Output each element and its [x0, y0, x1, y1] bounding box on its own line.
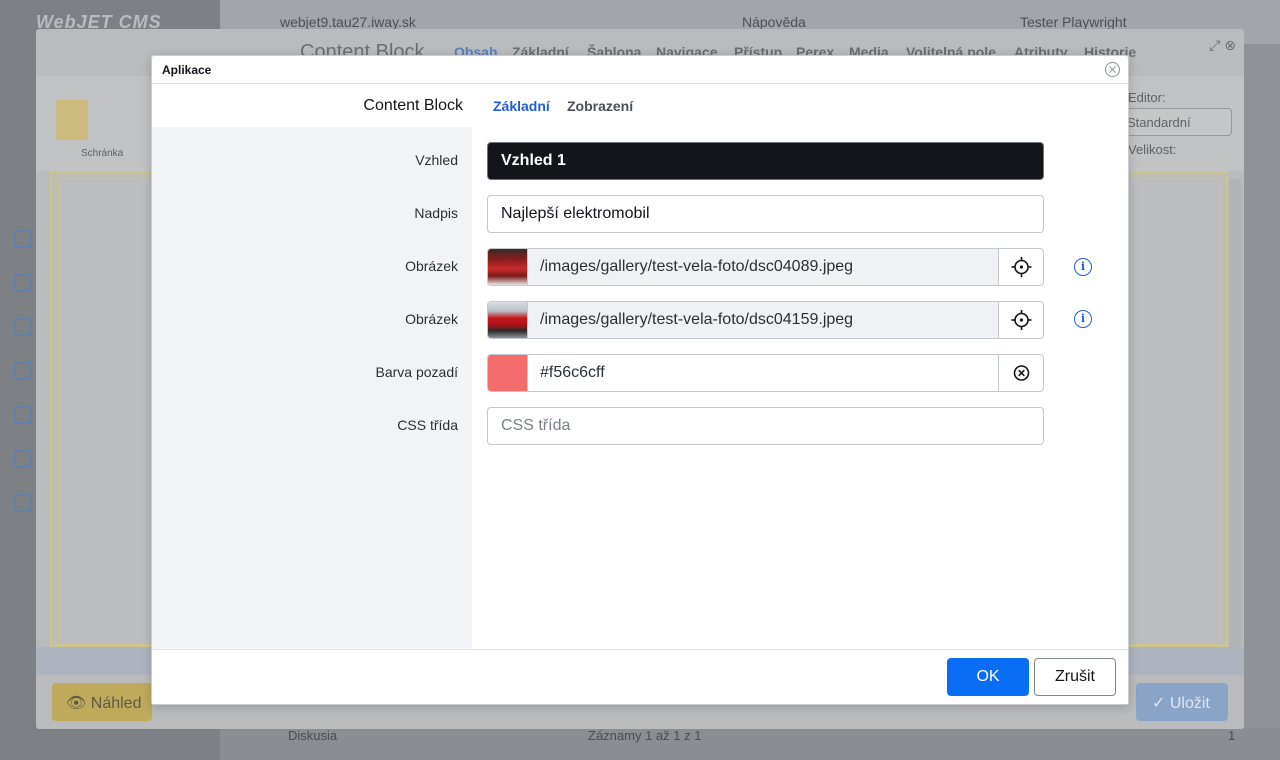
- app-settings-dialog: Aplikace Content Block Základní Zobrazen…: [151, 55, 1129, 705]
- dialog-header: Aplikace: [152, 56, 1128, 84]
- clear-color-button[interactable]: [998, 355, 1043, 391]
- pagination-current: 1: [1228, 728, 1236, 743]
- copy-icon: [14, 274, 32, 292]
- color-value[interactable]: #f56c6cff: [528, 355, 999, 391]
- clipboard-label: Schránka: [81, 148, 124, 159]
- size-label: Velikost:: [1128, 142, 1177, 157]
- info-icon[interactable]: i: [1074, 310, 1092, 328]
- bg-color-label: Barva pozadí: [375, 364, 459, 380]
- database-icon: [14, 494, 32, 512]
- appearance-select[interactable]: Vzhled 1: [487, 142, 1044, 180]
- image2-select-button[interactable]: [998, 302, 1043, 338]
- clipboard-icon: [56, 100, 88, 140]
- image2-input[interactable]: /images/gallery/test-vela-foto/dsc04159.…: [487, 301, 1044, 339]
- image2-thumbnail: [488, 302, 528, 338]
- background-footer: Diskusia Záznamy 1 až 1 z 1 1: [220, 728, 1280, 760]
- editor-type-select: Standardní: [1118, 108, 1232, 136]
- editor-close-icon: ⤢ ⊗: [1209, 37, 1236, 53]
- editor-scrollbar: [1229, 179, 1241, 649]
- image1-thumbnail: [488, 249, 528, 285]
- image1-label: Obrázek: [405, 258, 458, 274]
- document-icon: [14, 318, 32, 336]
- color-swatch[interactable]: [488, 355, 528, 391]
- appearance-value: Vzhled 1: [501, 152, 566, 169]
- clear-icon: [1013, 365, 1030, 381]
- css-class-input[interactable]: CSS třída: [487, 407, 1044, 445]
- heading-input[interactable]: [487, 195, 1044, 233]
- image2-label: Obrázek: [405, 311, 458, 327]
- image2-path[interactable]: /images/gallery/test-vela-foto/dsc04159.…: [528, 302, 999, 338]
- tab-zakladni[interactable]: Základní: [493, 98, 550, 114]
- dialog-title: Aplikace: [162, 63, 212, 77]
- heading-label: Nadpis: [414, 205, 458, 221]
- dialog-footer: OK Zrušit: [152, 649, 1128, 704]
- heading-field[interactable]: [488, 196, 1043, 232]
- info-icon[interactable]: i: [1074, 258, 1092, 276]
- records-info: Záznamy 1 až 1 z 1: [588, 728, 702, 743]
- save-button: ✓ Uložit: [1136, 683, 1228, 721]
- cancel-button[interactable]: Zrušit: [1034, 658, 1116, 696]
- bg-color-input[interactable]: #f56c6cff: [487, 354, 1044, 392]
- close-icon[interactable]: [1105, 62, 1120, 77]
- css-class-label: CSS třída: [397, 417, 458, 433]
- image1-select-button[interactable]: [998, 249, 1043, 285]
- help-link: Nápověda: [742, 14, 806, 30]
- pages-icon: [14, 230, 32, 248]
- hash-icon: [14, 450, 32, 468]
- appearance-label: Vzhled: [415, 152, 458, 168]
- ok-button[interactable]: OK: [947, 658, 1029, 696]
- css-class-placeholder: CSS třída: [501, 417, 571, 434]
- layers-icon: [14, 406, 32, 424]
- preview-button: 👁 Náhled: [52, 683, 152, 721]
- site-url: webjet9.tau27.iway.sk: [280, 14, 416, 30]
- image1-path[interactable]: /images/gallery/test-vela-foto/dsc04089.…: [528, 249, 999, 285]
- crosshair-icon: [1011, 257, 1032, 277]
- block-name-header: Content Block: [152, 85, 472, 127]
- image1-input[interactable]: /images/gallery/test-vela-foto/dsc04089.…: [487, 248, 1044, 286]
- tab-zobrazeni[interactable]: Zobrazení: [567, 98, 633, 114]
- block-name: Content Block: [363, 97, 463, 114]
- external-link-icon: [14, 362, 32, 380]
- crosshair-icon: [1011, 310, 1032, 330]
- editor-type-label: Editor:: [1128, 90, 1166, 105]
- tree-item-diskusia: Diskusia: [288, 728, 338, 743]
- user-menu: Tester Playwright: [1020, 14, 1127, 30]
